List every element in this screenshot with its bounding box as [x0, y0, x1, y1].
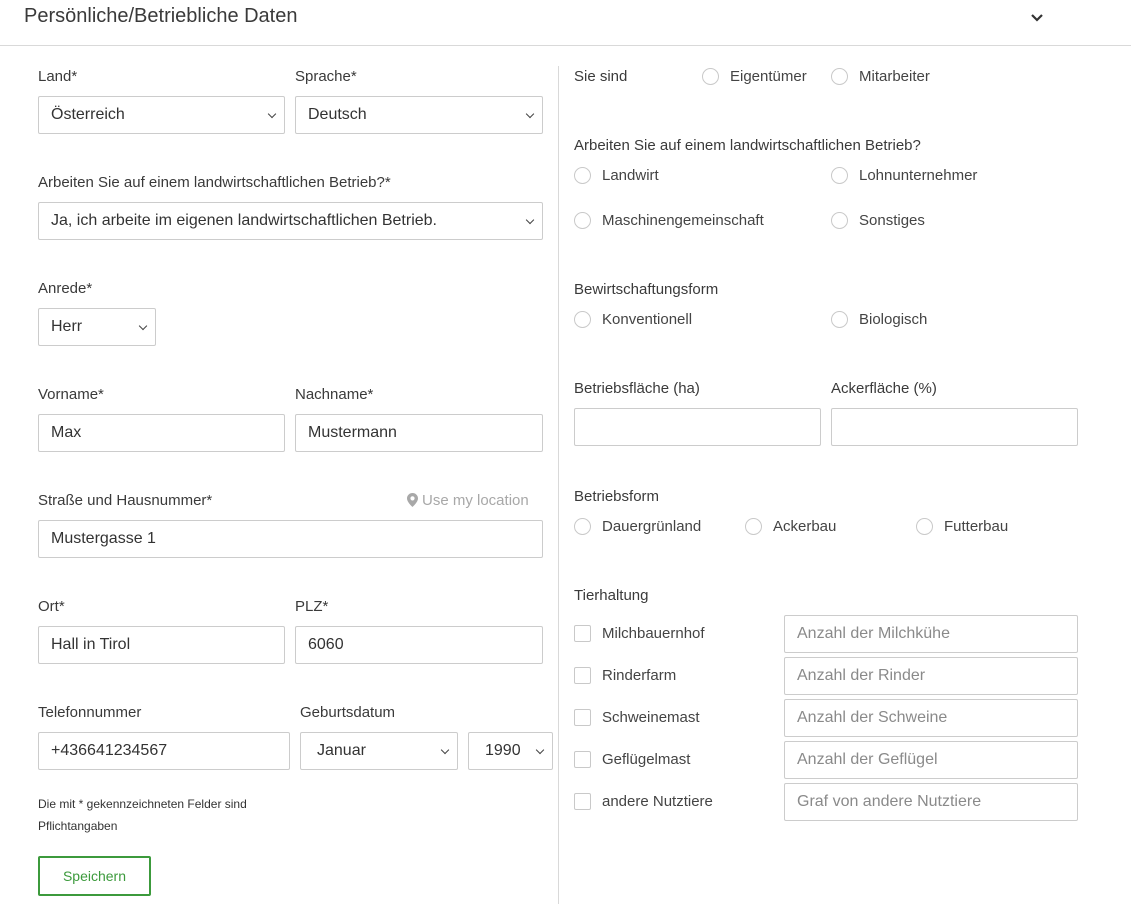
betriebsflaeche-input[interactable] [574, 408, 821, 446]
plz-input[interactable]: 6060 [295, 626, 543, 664]
telefon-label: Telefonnummer [38, 704, 142, 721]
radio-mitarbeiter[interactable] [831, 68, 848, 85]
section-title: Persönliche/Betriebliche Daten [24, 5, 298, 27]
use-location-link[interactable]: Use my location [407, 492, 529, 509]
birth-month-select[interactable]: Januar [300, 732, 458, 770]
radio-konventionell[interactable] [574, 311, 591, 328]
anrede-label: Anrede* [38, 280, 93, 297]
landwirt-label: Landwirt [602, 167, 659, 184]
radio-lohnunternehmer[interactable] [831, 167, 848, 184]
maschinengemeinschaft-label: Maschinengemeinschaft [602, 212, 764, 229]
radio-ackerbau[interactable] [745, 518, 762, 535]
bewirtschaftung-label: Bewirtschaftungsform [574, 281, 719, 298]
futterbau-label: Futterbau [944, 518, 1009, 535]
vorname-input[interactable]: Max [38, 414, 285, 452]
radio-sonstiges[interactable] [831, 212, 848, 229]
betrieb-type-label: Arbeiten Sie auf einem landwirtschaftlic… [574, 137, 921, 154]
rinderfarm-label: Rinderfarm [602, 667, 677, 684]
use-location-label: Use my location [422, 492, 529, 509]
betriebsflaeche-label: Betriebsfläche (ha) [574, 380, 700, 397]
radio-dauergruenland[interactable] [574, 518, 591, 535]
rinder-count-input[interactable]: Anzahl der Rinder [784, 657, 1078, 695]
anrede-select[interactable]: Herr [38, 308, 156, 346]
milchkuehe-count-input[interactable]: Anzahl der Milchkühe [784, 615, 1078, 653]
sprache-label: Sprache* [295, 68, 357, 85]
andere-nutztiere-count-input[interactable]: Graf von andere Nutztiere [784, 783, 1078, 821]
tierhaltung-label: Tierhaltung [574, 587, 649, 604]
schweine-count-input[interactable]: Anzahl der Schweine [784, 699, 1078, 737]
save-button[interactable]: Speichern [38, 856, 151, 896]
radio-biologisch[interactable] [831, 311, 848, 328]
radio-futterbau[interactable] [916, 518, 933, 535]
checkbox-rinderfarm[interactable] [574, 667, 591, 684]
ackerflaeche-input[interactable] [831, 408, 1078, 446]
lohnunternehmer-label: Lohnunternehmer [859, 167, 978, 184]
checkbox-schweinemast[interactable] [574, 709, 591, 726]
nachname-label: Nachname* [295, 386, 374, 403]
map-marker-icon [407, 493, 418, 507]
ort-input[interactable]: Hall in Tirol [38, 626, 285, 664]
biologisch-label: Biologisch [859, 311, 928, 328]
chevron-down-icon[interactable] [1029, 10, 1045, 26]
checkbox-gefluegelmast[interactable] [574, 751, 591, 768]
milchbauernhof-label: Milchbauernhof [602, 625, 705, 642]
konventionell-label: Konventionell [602, 311, 693, 328]
gefluegel-count-input[interactable]: Anzahl der Geflügel [784, 741, 1078, 779]
radio-maschinengemeinschaft[interactable] [574, 212, 591, 229]
sie-sind-label: Sie sind [574, 68, 628, 85]
plz-label: PLZ* [295, 598, 329, 615]
betriebsform-label: Betriebsform [574, 488, 660, 505]
strasse-label: Straße und Hausnummer* [38, 492, 213, 509]
sprache-select[interactable]: Deutsch [295, 96, 543, 134]
vorname-label: Vorname* [38, 386, 104, 403]
dauergruenland-label: Dauergrünland [602, 518, 702, 535]
andere-nutztiere-label: andere Nutztiere [602, 793, 713, 810]
checkbox-andere-nutztiere[interactable] [574, 793, 591, 810]
required-fields-hint: Die mit * gekennzeichneten Felder sind P… [38, 797, 247, 833]
mitarbeiter-label: Mitarbeiter [859, 68, 930, 85]
schweinemast-label: Schweinemast [602, 709, 700, 726]
land-label: Land* [38, 68, 78, 85]
ackerflaeche-label: Ackerfläche (%) [831, 380, 937, 397]
checkbox-milchbauernhof[interactable] [574, 625, 591, 642]
strasse-input[interactable]: Mustergasse 1 [38, 520, 543, 558]
ackerbau-label: Ackerbau [773, 518, 837, 535]
betrieb-select[interactable]: Ja, ich arbeite im eigenen landwirtschaf… [38, 202, 543, 240]
radio-eigentuemer[interactable] [702, 68, 719, 85]
birth-year-select[interactable]: 1990 [468, 732, 553, 770]
section-header[interactable]: Persönliche/Betriebliche Daten [0, 0, 1131, 46]
geburtsdatum-label: Geburtsdatum [300, 704, 396, 721]
telefon-input[interactable]: +436641234567 [38, 732, 290, 770]
column-divider [558, 66, 559, 904]
nachname-input[interactable]: Mustermann [295, 414, 543, 452]
radio-landwirt[interactable] [574, 167, 591, 184]
ort-label: Ort* [38, 598, 65, 615]
betrieb-label: Arbeiten Sie auf einem landwirtschaftlic… [38, 174, 391, 191]
eigentuemer-label: Eigentümer [730, 68, 807, 85]
gefluegelmast-label: Geflügelmast [602, 751, 691, 768]
sonstiges-label: Sonstiges [859, 212, 925, 229]
land-select[interactable]: Österreich [38, 96, 285, 134]
